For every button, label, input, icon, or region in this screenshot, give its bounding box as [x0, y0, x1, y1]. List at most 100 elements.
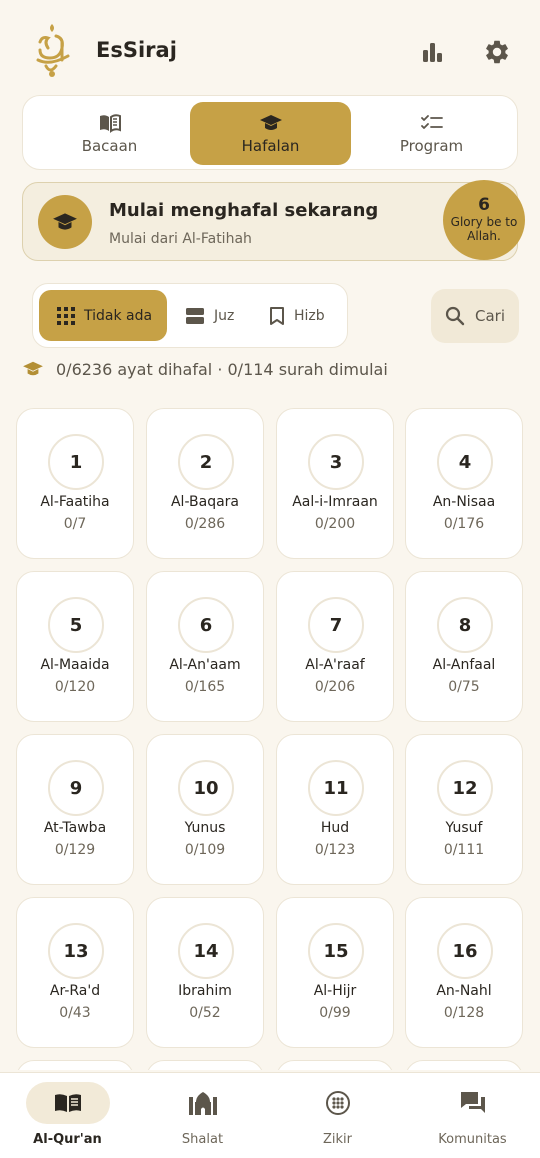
surah-number: 14	[178, 923, 234, 979]
surah-card[interactable]: 14 Ibrahim 0/52	[146, 897, 264, 1048]
checklist-icon	[420, 114, 443, 129]
surah-card[interactable]: 4 An-Nisaa 0/176	[405, 408, 523, 559]
surah-card[interactable]: 9 At-Tawba 0/129	[16, 734, 134, 885]
surah-progress: 0/286	[184, 516, 226, 532]
nav-zikir[interactable]: Zikir	[270, 1073, 405, 1158]
surah-number: 12	[437, 760, 493, 816]
nav-komunitas-label: Komunitas	[438, 1132, 507, 1147]
surah-grid: 1 Al-Faatiha 0/7 2 Al-Baqara 0/286 3 Aal…	[16, 408, 524, 1070]
surah-card[interactable]: 15 Al-Hijr 0/99	[276, 897, 394, 1048]
chat-icon	[431, 1082, 515, 1124]
surah-card[interactable]: 6 Al-An'aam 0/165	[146, 571, 264, 722]
surah-number: 10	[178, 760, 234, 816]
surah-card[interactable]: 5 Al-Maaida 0/120	[16, 571, 134, 722]
surah-progress: 0/111	[443, 842, 485, 858]
surah-number: 4	[437, 434, 493, 490]
surah-name: Al-An'aam	[169, 657, 241, 673]
surah-card-partial[interactable]	[146, 1060, 264, 1070]
mode-tabs: Bacaan Hafalan Program	[22, 95, 518, 170]
surah-name: Al-Faatiha	[40, 494, 110, 510]
surah-progress: 0/52	[189, 1005, 221, 1021]
surah-name: Al-A'raaf	[305, 657, 365, 673]
surah-name: Hud	[320, 820, 350, 836]
nav-shalat[interactable]: Shalat	[135, 1073, 270, 1158]
banner-title: Mulai menghafal sekarang	[109, 200, 379, 221]
surah-progress: 0/206	[314, 679, 356, 695]
surah-number: 7	[308, 597, 364, 653]
nav-komunitas[interactable]: Komunitas	[405, 1073, 540, 1158]
surah-card-partial[interactable]	[276, 1060, 394, 1070]
search-button[interactable]: Cari	[431, 289, 519, 343]
graduation-cap-icon	[259, 114, 282, 130]
prayer-beads-icon	[296, 1082, 380, 1124]
surah-number: 2	[178, 434, 234, 490]
surah-card[interactable]: 1 Al-Faatiha 0/7	[16, 408, 134, 559]
surah-card[interactable]: 13 Ar-Ra'd 0/43	[16, 897, 134, 1048]
surah-number: 3	[308, 434, 364, 490]
surah-number: 16	[437, 923, 493, 979]
surah-name: Ar-Ra'd	[49, 983, 101, 999]
surah-number: 5	[48, 597, 104, 653]
mosque-icon	[161, 1082, 245, 1124]
surah-progress: 0/99	[319, 1005, 351, 1021]
search-icon	[445, 306, 465, 326]
surah-number: 8	[437, 597, 493, 653]
surah-card-partial[interactable]	[16, 1060, 134, 1070]
progress-summary: 0/6236 ayat dihafal · 0/114 surah dimula…	[22, 356, 388, 382]
surah-card[interactable]: 10 Yunus 0/109	[146, 734, 264, 885]
badge-text: Glory be to Allah.	[450, 214, 518, 243]
surah-progress: 0/43	[59, 1005, 91, 1021]
surah-name: An-Nisaa	[432, 494, 496, 510]
surah-progress: 0/75	[448, 679, 480, 695]
surah-progress: 0/129	[54, 842, 96, 858]
nav-zikir-label: Zikir	[322, 1132, 352, 1147]
tab-hafalan-label: Hafalan	[241, 136, 300, 155]
surah-name: Al-Anfaal	[432, 657, 496, 673]
filter-juz-label: Juz	[214, 307, 235, 324]
surah-card[interactable]: 16 An-Nahl 0/128	[405, 897, 523, 1048]
surah-card[interactable]: 11 Hud 0/123	[276, 734, 394, 885]
gear-icon	[486, 40, 508, 64]
surah-card[interactable]: 8 Al-Anfaal 0/75	[405, 571, 523, 722]
search-label: Cari	[475, 307, 505, 325]
surah-card[interactable]: 3 Aal-i-Imraan 0/200	[276, 408, 394, 559]
graduation-cap-icon	[23, 361, 43, 376]
surah-card[interactable]: 7 Al-A'raaf 0/206	[276, 571, 394, 722]
tab-bacaan[interactable]: Bacaan	[29, 102, 190, 165]
filter-tidak-ada-label: Tidak ada	[84, 307, 153, 324]
layers-icon	[186, 307, 204, 324]
surah-number: 15	[308, 923, 364, 979]
filter-hizb[interactable]: Hizb	[269, 290, 325, 341]
app-title: EsSiraj	[96, 38, 177, 62]
essiraj-logo-icon	[32, 22, 76, 80]
surah-name: Yusuf	[445, 820, 483, 836]
dhikr-badge[interactable]: 6 Glory be to Allah.	[443, 180, 525, 260]
nav-al-quran-label: Al-Qur'an	[33, 1132, 102, 1147]
nav-al-quran[interactable]: Al-Qur'an	[0, 1073, 135, 1158]
surah-name: Aal-i-Imraan	[292, 494, 378, 510]
filter-tidak-ada[interactable]: Tidak ada	[39, 290, 167, 341]
surah-name: Al-Baqara	[170, 494, 239, 510]
surah-card-partial[interactable]	[405, 1060, 523, 1070]
surah-progress: 0/176	[443, 516, 485, 532]
bar-chart-icon	[423, 43, 442, 62]
quran-book-icon	[25, 1082, 110, 1124]
filter-hizb-label: Hizb	[294, 307, 325, 324]
surah-card[interactable]: 12 Yusuf 0/111	[405, 734, 523, 885]
stats-button[interactable]	[414, 34, 450, 70]
surah-card[interactable]: 2 Al-Baqara 0/286	[146, 408, 264, 559]
tab-program[interactable]: Program	[351, 102, 512, 165]
surah-progress: 0/123	[314, 842, 356, 858]
banner-subtitle: Mulai dari Al-Fatihah	[109, 231, 252, 247]
summary-text: 0/6236 ayat dihafal · 0/114 surah dimula…	[56, 359, 388, 379]
settings-button[interactable]	[479, 34, 515, 70]
surah-name: An-Nahl	[436, 983, 492, 999]
tab-program-label: Program	[399, 136, 464, 155]
open-book-icon	[99, 113, 121, 133]
badge-number: 6	[478, 195, 490, 216]
filter-juz[interactable]: Juz	[183, 290, 234, 341]
surah-number: 1	[48, 434, 104, 490]
surah-name: Al-Hijr	[313, 983, 357, 999]
surah-progress: 0/165	[184, 679, 226, 695]
tab-hafalan[interactable]: Hafalan	[190, 102, 351, 165]
